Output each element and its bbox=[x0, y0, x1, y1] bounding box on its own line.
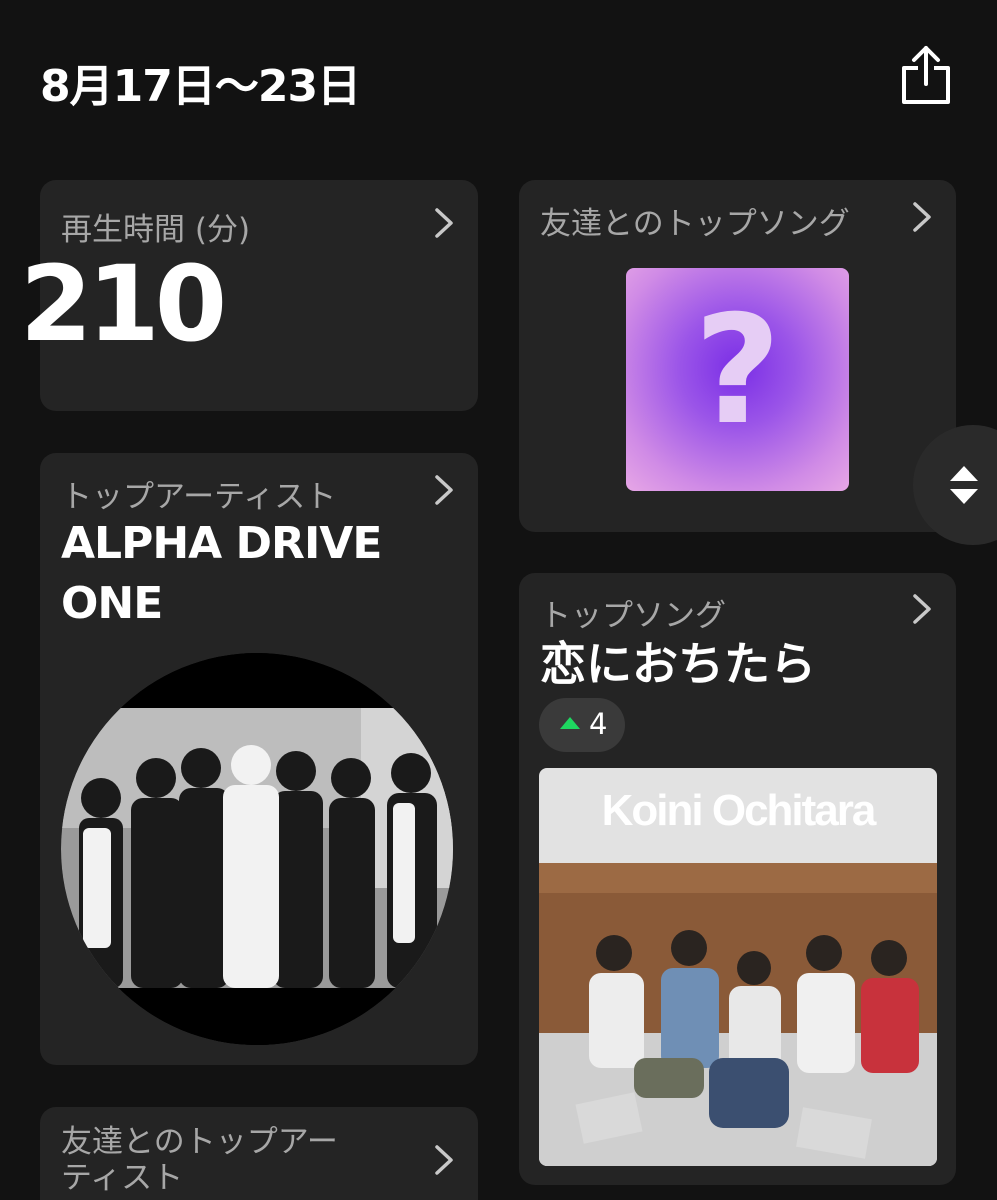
up-arrow-icon bbox=[560, 717, 580, 729]
chevron-right-icon bbox=[435, 208, 453, 238]
chevron-right-icon bbox=[435, 1145, 453, 1175]
artist-photo bbox=[61, 653, 453, 1045]
up-down-arrows-icon bbox=[950, 466, 978, 504]
minutes-played-value: 210 bbox=[20, 243, 227, 365]
top-song-title: 恋におちたら bbox=[540, 637, 816, 691]
share-icon[interactable] bbox=[898, 44, 954, 106]
chevron-right-icon bbox=[913, 202, 931, 232]
page-title: 8月17日〜23日 bbox=[40, 61, 361, 112]
top-artist-label: トップアーティスト bbox=[61, 479, 337, 515]
chevron-right-icon bbox=[435, 475, 453, 505]
question-mark-icon: ? bbox=[693, 284, 781, 458]
mystery-song-art: ? bbox=[626, 268, 849, 491]
wrapped-weekly-page: 8月17日〜23日 再生時間 (分) 210 ? 友達とのトップソング トップア… bbox=[0, 0, 997, 1200]
friends-top-artist-label: 友達とのトップアーティスト bbox=[61, 1124, 338, 1196]
album-art-title: Koini Ochitara bbox=[601, 786, 877, 835]
rank-change-value: 4 bbox=[589, 707, 608, 741]
friends-top-song-label: 友達とのトップソング bbox=[540, 206, 850, 242]
album-art: Koini Ochitara bbox=[539, 768, 937, 1166]
chevron-right-icon bbox=[913, 594, 931, 624]
rank-change-badge: 4 bbox=[539, 698, 625, 752]
top-artist-name: ALPHA DRIVE ONE bbox=[61, 518, 382, 629]
